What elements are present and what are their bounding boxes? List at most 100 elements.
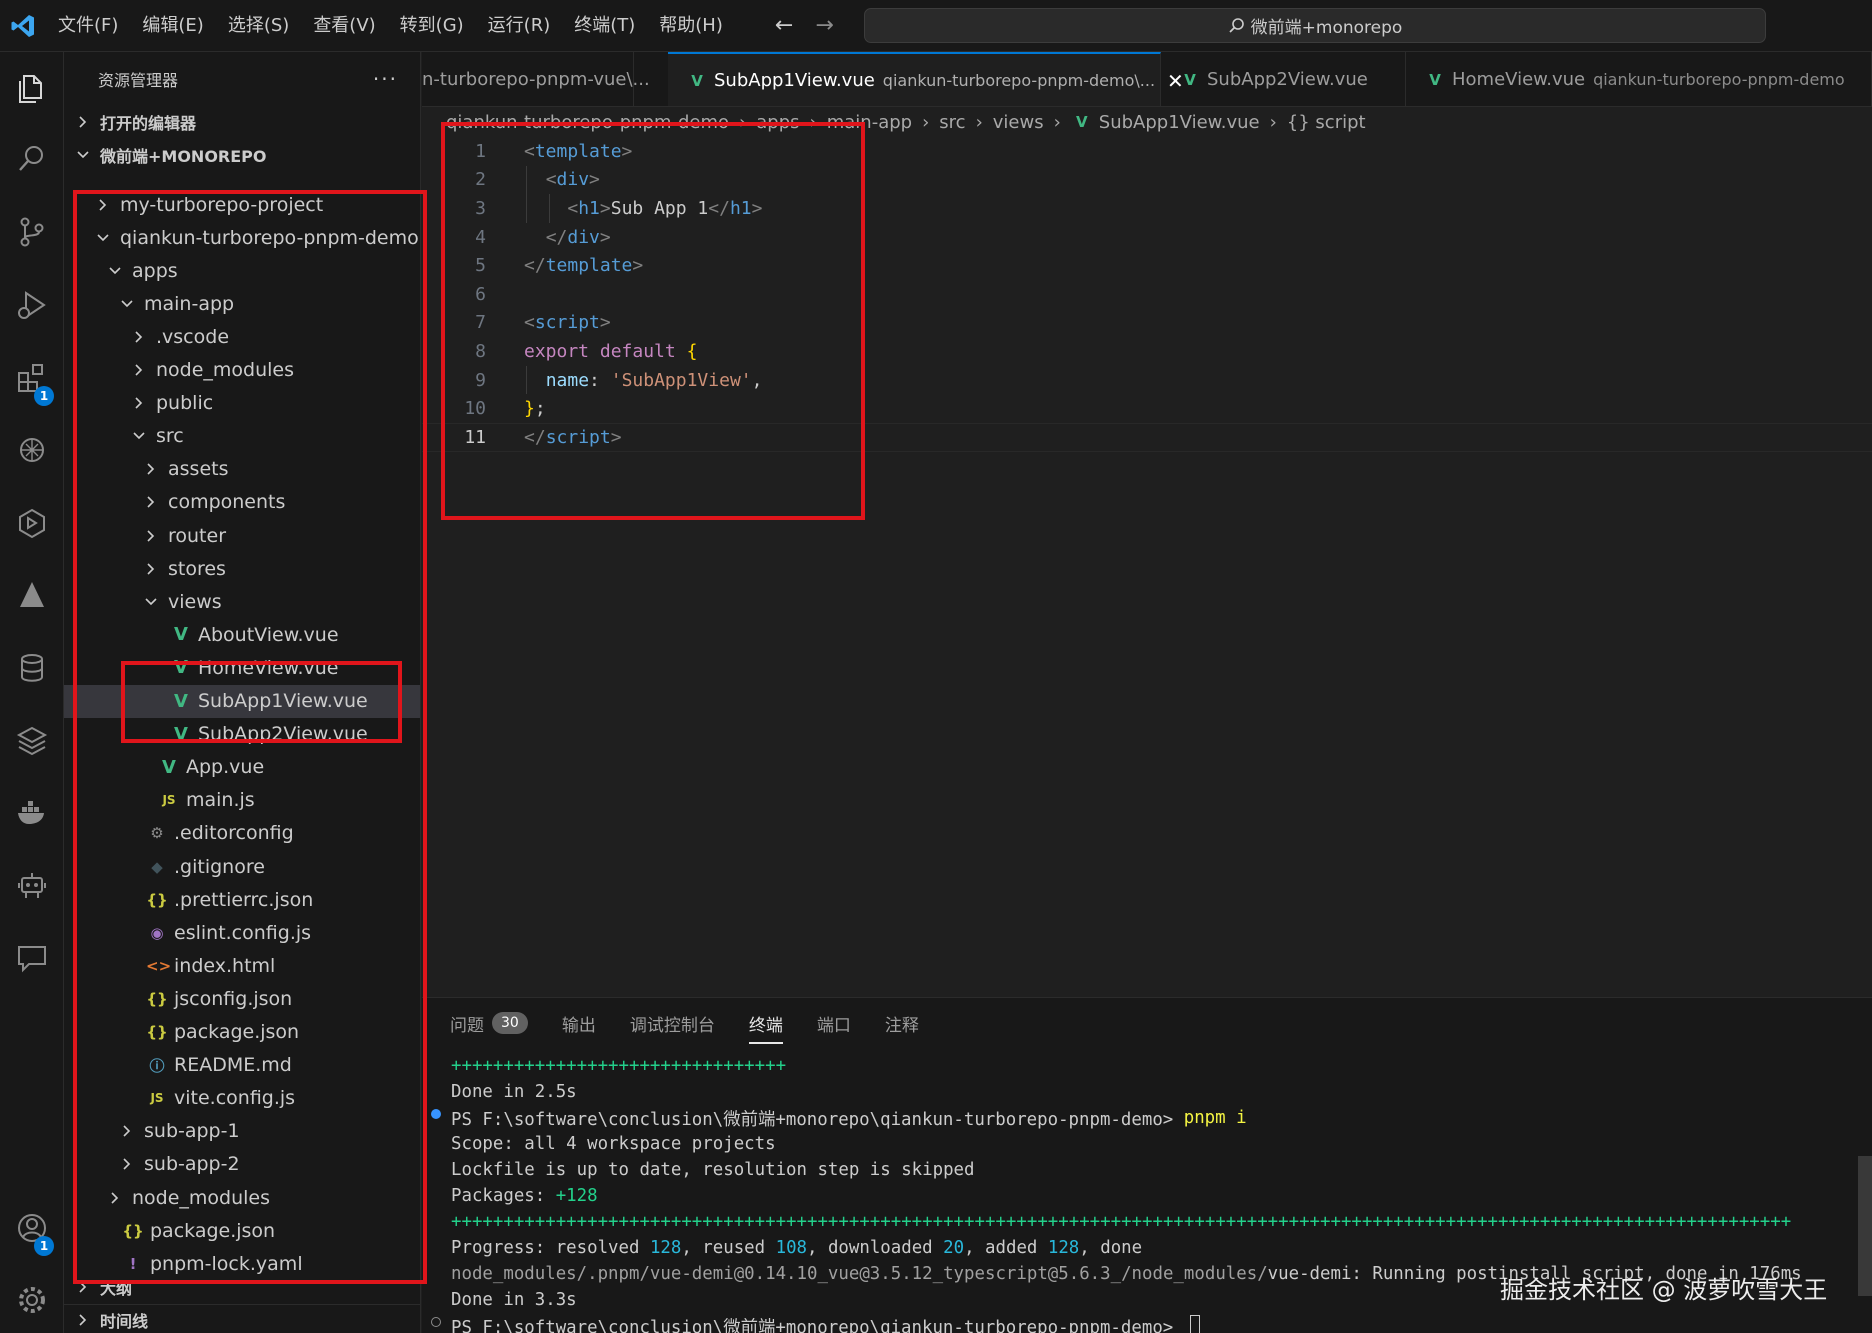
tree-item[interactable]: ⚙ .editorconfig: [64, 817, 420, 850]
line-number: 9: [475, 369, 486, 391]
tree-item[interactable]: V SubApp2View.vue: [64, 718, 420, 751]
breadcrumb-item[interactable]: views: [993, 112, 1044, 133]
menu-edit[interactable]: 编辑(E): [130, 9, 215, 43]
tab-description: qiankun-turborepo-pnpm-demo\...: [882, 71, 1156, 90]
tab-subapp1view[interactable]: V SubApp1View.vue qiankun-turborepo-pnpm…: [668, 52, 1184, 106]
tree-item[interactable]: qiankun-turborepo-pnpm-demo: [64, 221, 420, 254]
chatgpt-icon[interactable]: [0, 422, 64, 478]
line-number: 5: [475, 255, 486, 277]
menu-selection[interactable]: 选择(S): [216, 9, 301, 43]
tab-terminal[interactable]: 终端: [748, 998, 783, 1048]
source-control-icon[interactable]: [0, 204, 64, 260]
tree-item[interactable]: components: [64, 486, 420, 519]
tree-item[interactable]: {} jsconfig.json: [64, 982, 420, 1015]
tab-label: n-turborepo-pnpm-vue\...: [422, 69, 650, 90]
more-actions-icon[interactable]: ···: [373, 67, 398, 91]
tree-item[interactable]: V App.vue: [64, 751, 420, 784]
vue-file-icon: V: [174, 723, 188, 745]
tree-item[interactable]: JS main.js: [64, 784, 420, 817]
breadcrumb-item[interactable]: SubApp1View.vue: [1099, 112, 1260, 133]
breadcrumb-item[interactable]: src: [939, 112, 965, 133]
triangle-icon[interactable]: [0, 567, 64, 623]
breadcrumb-item[interactable]: main-app: [827, 112, 912, 133]
tree-item[interactable]: V HomeView.vue: [64, 651, 420, 684]
breadcrumb-item[interactable]: {} script: [1287, 112, 1366, 133]
explorer-icon[interactable]: [0, 60, 64, 116]
tree-item[interactable]: assets: [64, 453, 420, 486]
tree-item[interactable]: node_modules: [64, 354, 420, 387]
menu-help[interactable]: 帮助(H): [647, 9, 735, 43]
accounts-icon[interactable]: 1: [0, 1200, 64, 1256]
run-debug-icon[interactable]: [0, 277, 64, 333]
tree-item[interactable]: router: [64, 519, 420, 552]
forward-arrow-icon[interactable]: →: [815, 13, 833, 38]
tree-item[interactable]: ⓘ README.md: [64, 1049, 420, 1082]
tree-item[interactable]: views: [64, 585, 420, 618]
menu-run[interactable]: 运行(R): [476, 9, 563, 43]
remote-explorer-icon[interactable]: [0, 495, 64, 551]
tree-item[interactable]: ◆ .gitignore: [64, 850, 420, 883]
vue-file-icon: V: [174, 657, 188, 679]
tree-item[interactable]: <> index.html: [64, 949, 420, 982]
tree-item[interactable]: main-app: [64, 287, 420, 320]
code-editor[interactable]: 1 <template> 2 <div> 3 <h1>Sub App 1</h1…: [422, 137, 1872, 992]
tree-item[interactable]: node_modules: [64, 1181, 420, 1214]
robot-icon[interactable]: [0, 858, 64, 914]
tree-item[interactable]: src: [64, 420, 420, 453]
tree-item[interactable]: public: [64, 387, 420, 420]
tree-item[interactable]: stores: [64, 552, 420, 585]
tree-item[interactable]: {} .prettierrc.json: [64, 883, 420, 916]
tab-problems[interactable]: 问题 30: [450, 998, 528, 1048]
git-file-icon: ◆: [151, 857, 163, 876]
menu-terminal[interactable]: 终端(T): [562, 9, 647, 43]
breadcrumb-item[interactable]: apps: [756, 112, 799, 133]
tree-item[interactable]: V SubApp1View.vue: [64, 684, 420, 718]
tree-item[interactable]: .vscode: [64, 320, 420, 353]
tree-item-label: README.md: [174, 1054, 292, 1077]
tab-homeview[interactable]: V HomeView.vue qiankun-turborepo-pnpm-de…: [1406, 52, 1872, 106]
layers-icon[interactable]: [0, 712, 64, 768]
terminal-scrollbar[interactable]: [1858, 1156, 1872, 1296]
tab-label: 注释: [884, 1015, 919, 1036]
outline-section[interactable]: 大纲: [64, 1272, 420, 1302]
indent-guide: [526, 165, 527, 223]
tree-item[interactable]: sub-app-2: [64, 1148, 420, 1181]
chevron-right-icon: ›: [1053, 111, 1061, 133]
tree-item[interactable]: {} package.json: [64, 1016, 420, 1049]
menu-go[interactable]: 转到(G): [388, 9, 476, 43]
tree-item[interactable]: ◉ eslint.config.js: [64, 916, 420, 949]
workspace-section[interactable]: 微前端+MONOREPO: [64, 140, 420, 170]
menu-file[interactable]: 文件(F): [46, 9, 130, 43]
open-editors-section[interactable]: 打开的编辑器: [64, 107, 420, 137]
tab-ports[interactable]: 端口: [817, 998, 851, 1048]
accounts-badge: 1: [34, 1236, 54, 1256]
tab-overflow[interactable]: n-turborepo-pnpm-vue\...: [422, 52, 650, 106]
explorer-sidebar: 资源管理器 ··· 打开的编辑器 微前端+MONOREPO my-turbore…: [64, 52, 421, 1333]
tab-debug-console[interactable]: 调试控制台: [630, 998, 715, 1048]
tree-item[interactable]: JS vite.config.js: [64, 1082, 420, 1115]
command-center-search[interactable]: 微前端+monorepo: [864, 8, 1766, 43]
chat-icon[interactable]: [0, 930, 64, 986]
extensions-icon[interactable]: 1: [0, 350, 64, 406]
docker-icon[interactable]: [0, 785, 64, 841]
tab-output[interactable]: 输出: [562, 998, 596, 1048]
breadcrumb-item[interactable]: qiankun-turborepo-pnpm-demo: [446, 112, 729, 133]
chevron-down-icon: [133, 432, 145, 440]
yaml-file-icon: !: [129, 1254, 137, 1273]
menu-view[interactable]: 查看(V): [301, 9, 387, 43]
tree-item[interactable]: {} package.json: [64, 1214, 420, 1247]
search-icon[interactable]: [0, 131, 64, 187]
tree-item-label: qiankun-turborepo-pnpm-demo: [120, 226, 419, 249]
term-text: , downloaded: [807, 1238, 944, 1258]
timeline-section[interactable]: 时间线: [64, 1304, 420, 1333]
tree-item[interactable]: my-turborepo-project: [64, 188, 420, 221]
database-icon[interactable]: [0, 640, 64, 696]
tab-subapp2view[interactable]: V SubApp2View.vue: [1161, 52, 1406, 106]
settings-gear-icon[interactable]: [0, 1272, 64, 1328]
tab-comments[interactable]: 注释: [885, 998, 919, 1048]
tree-item[interactable]: V AboutView.vue: [64, 618, 420, 651]
tree-item-label: apps: [132, 259, 178, 282]
tree-item[interactable]: apps: [64, 254, 420, 287]
tree-item[interactable]: sub-app-1: [64, 1115, 420, 1148]
back-arrow-icon[interactable]: ←: [775, 13, 793, 38]
